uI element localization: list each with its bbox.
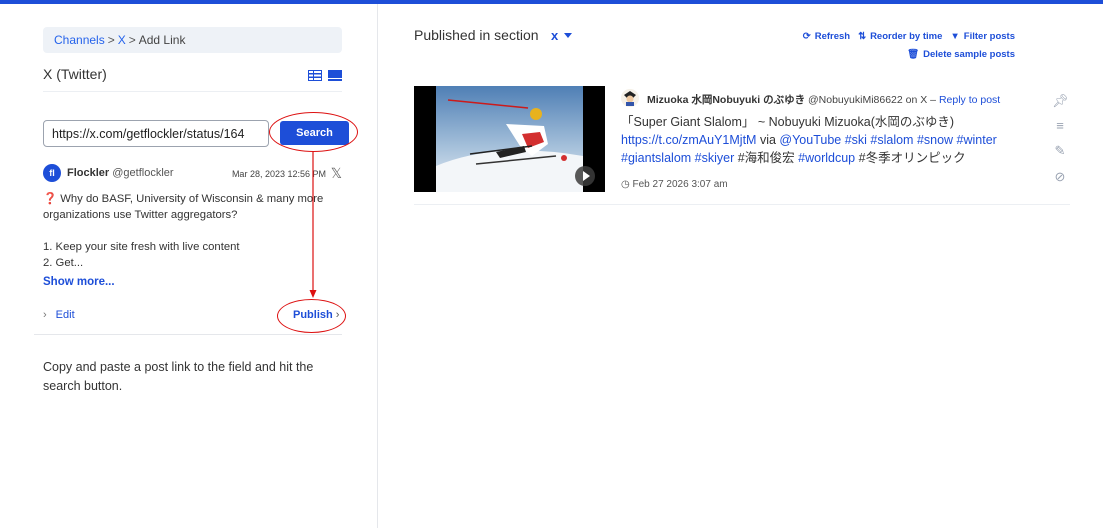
post-author: Mizuoka 水岡Nobuyuki のぶゆき (647, 94, 806, 106)
annotation-circle-search (269, 112, 358, 152)
instructions-text: Copy and paste a post link to the field … (43, 360, 314, 393)
annotation-circle-publish (277, 299, 346, 333)
edit-toggle[interactable]: › Edit (43, 309, 75, 321)
refresh-icon: ⟳ (802, 31, 811, 42)
published-panel: Published in section x ⟳ Refresh ⇅ Reorder… (378, 4, 1103, 528)
channel-title-row: X (Twitter) (43, 66, 342, 92)
preview-post-header: fl Flockler @getflockler Mar 28, 2023 12… (43, 164, 342, 184)
reply-link[interactable]: Reply to post (939, 94, 1000, 106)
video-thumbnail[interactable] (414, 86, 605, 192)
channel-title: X (Twitter) (43, 66, 107, 82)
hashtag-links[interactable]: #giantslalom #skiyer (621, 151, 734, 165)
post-date: ◷ Feb 27 2026 3:07 am (621, 179, 728, 190)
post-link[interactable]: https://t.co/zmAuY1MjtM (621, 133, 756, 147)
play-icon[interactable] (575, 166, 595, 186)
section-selector[interactable]: x (551, 28, 558, 43)
preview-date: Mar 28, 2023 12:56 PM (231, 169, 326, 179)
mention-link[interactable]: @YouTube (779, 133, 841, 147)
chevron-down-icon[interactable] (564, 33, 572, 38)
grid-view-icon[interactable] (328, 70, 342, 81)
sort-icon: ⇅ (858, 31, 867, 42)
breadcrumb-channels[interactable]: Channels (54, 33, 105, 47)
question-icon: ❓ (43, 193, 58, 205)
preview-author: Flockler (67, 167, 110, 179)
flockler-avatar: fl (43, 164, 61, 182)
breadcrumb-current: Add Link (138, 33, 186, 47)
hashtag-link[interactable]: #worldcup (798, 151, 855, 165)
divider (34, 334, 342, 335)
post-meta: Mizuoka 水岡Nobuyuki のぶゆき @NobuyukiMi86622… (647, 94, 1001, 106)
published-label: Published in section (414, 27, 539, 43)
chevron-right-icon: › (43, 309, 47, 321)
add-link-panel: Channels>X>Add Link X (Twitter) Search f… (0, 4, 378, 528)
post-url-input[interactable] (43, 120, 269, 147)
post-toolbar: ⟳ Refresh ⇅ Reorder by time ▼ Filter posts (803, 31, 1015, 42)
author-avatar (621, 89, 639, 107)
trash-icon: 🗑 (907, 49, 920, 60)
show-more-link[interactable]: Show more... (43, 276, 115, 288)
clock-icon: ◷ (621, 179, 630, 190)
filter-icon: ▼ (950, 31, 960, 42)
edit-icon[interactable]: ✎ (1052, 144, 1068, 158)
breadcrumb: Channels > X > Add Link (43, 27, 342, 53)
filter-button[interactable]: ▼ Filter posts (950, 31, 1015, 42)
pin-icon[interactable]: 📌︎ (1052, 94, 1069, 108)
breadcrumb-x[interactable]: X (118, 33, 126, 47)
preview-post-text: ❓ Why do BASF, University of Wisconsin &… (43, 193, 324, 269)
list-view-icon[interactable] (308, 70, 322, 81)
x-logo-icon: 𝕏 (330, 165, 342, 181)
hide-icon[interactable]: ⊘ (1052, 170, 1068, 184)
post-handle: @NobuyukiMi86622 (808, 94, 903, 106)
ski-image (436, 86, 583, 192)
post-card: Mizuoka 水岡Nobuyuki のぶゆき @NobuyukiMi86622… (414, 86, 1070, 205)
refresh-button[interactable]: ⟳ Refresh (803, 31, 850, 42)
hashtag-links[interactable]: #ski #slalom #snow #winter (841, 133, 997, 147)
menu-icon[interactable]: ≡ (1052, 119, 1068, 133)
preview-handle: @getflockler (112, 167, 174, 179)
delete-sample-posts-button[interactable]: 🗑 Delete sample posts (907, 49, 1015, 60)
post-text: 「Super Giant Slalom」 ~ Nobuyuki Mizuoka(… (621, 115, 997, 165)
reorder-button[interactable]: ⇅ Reorder by time (858, 31, 942, 42)
